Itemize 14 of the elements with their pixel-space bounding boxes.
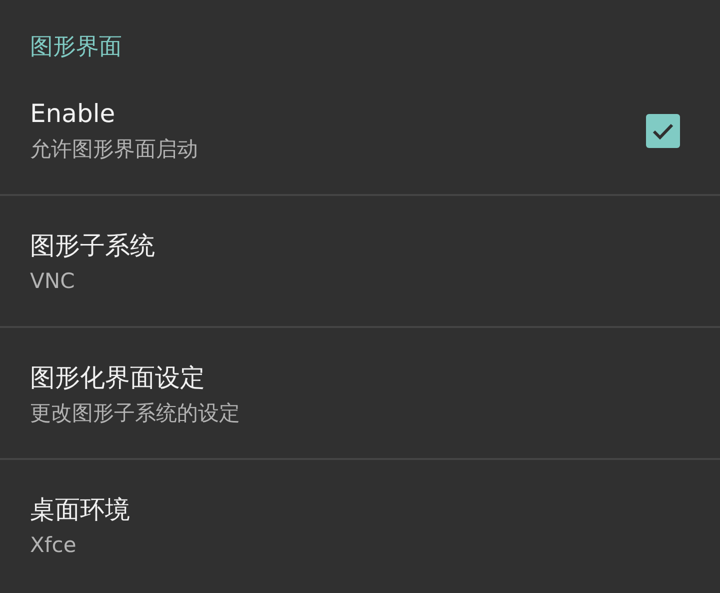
item-title: 图形子系统 [30,230,155,262]
section-title: 图形界面 [30,33,122,62]
settings-item[interactable]: 桌面环境 Xfce [0,460,720,590]
item-summary: 更改图形子系统的设定 [30,400,240,427]
item-title: Enable [30,98,116,130]
item-summary: VNC [30,268,75,295]
item-summary: Xfce [30,532,76,559]
settings-item[interactable]: 图形子系统 VNC [0,196,720,328]
checkbox[interactable] [646,114,680,148]
settings-item[interactable]: 图形化界面设定 更改图形子系统的设定 [0,328,720,460]
item-title: 图形化界面设定 [30,362,205,394]
item-summary: 允许图形界面启动 [30,136,198,163]
item-title: 桌面环境 [30,494,130,526]
settings-item[interactable]: Enable 允许图形界面启动 [0,64,720,196]
